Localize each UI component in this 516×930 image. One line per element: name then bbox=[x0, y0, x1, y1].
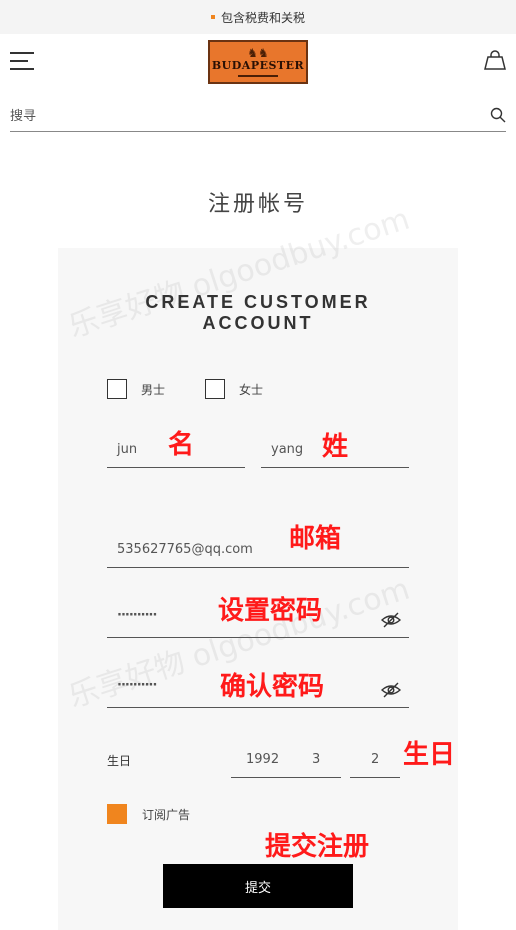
register-form-panel bbox=[58, 248, 458, 930]
promo-bar: 包含税费和关税 bbox=[0, 0, 516, 34]
brand-logo[interactable]: ♞♞ BUDAPESTER bbox=[208, 40, 308, 84]
male-label: 男士 bbox=[141, 383, 166, 397]
search-input[interactable] bbox=[10, 104, 450, 128]
annotation-email: 邮箱 bbox=[289, 524, 342, 554]
female-label: 女士 bbox=[239, 383, 264, 397]
male-checkbox[interactable] bbox=[107, 379, 127, 399]
confirm-password-value: ·········· bbox=[117, 678, 157, 693]
newsletter-label: 订阅广告 bbox=[142, 808, 191, 822]
birthday-label: 生日 bbox=[107, 754, 132, 768]
password-value: ·········· bbox=[117, 608, 157, 623]
shopping-bag-icon[interactable] bbox=[484, 50, 506, 70]
annotation-confirm-password: 确认密码 bbox=[220, 672, 325, 702]
email-value: 535627765@qq.com bbox=[117, 542, 253, 557]
birth-year-month-field[interactable]: 1992 3 bbox=[231, 738, 341, 778]
hide-password-icon[interactable] bbox=[381, 612, 401, 628]
annotation-first-name: 名 bbox=[168, 430, 195, 460]
submit-button[interactable]: 提交 bbox=[163, 864, 353, 908]
birth-month-value: 3 bbox=[312, 752, 321, 767]
bullet-icon bbox=[210, 15, 215, 19]
promo-text: 包含税费和关税 bbox=[220, 10, 305, 25]
form-title: CREATE CUSTOMER ACCOUNT bbox=[58, 292, 458, 334]
form-title-line1: CREATE CUSTOMER bbox=[145, 292, 371, 312]
logo-underline bbox=[238, 75, 278, 77]
last-name-value: yang bbox=[271, 442, 304, 457]
annotation-birthday: 生日 bbox=[403, 740, 456, 770]
logo-text: BUDAPESTER bbox=[211, 59, 305, 72]
birth-day-field[interactable]: 2 bbox=[350, 738, 400, 778]
birth-day-value: 2 bbox=[371, 752, 380, 767]
newsletter-checkbox[interactable] bbox=[107, 804, 127, 824]
page-title: 注册帐号 bbox=[207, 192, 308, 217]
email-field[interactable]: 535627765@qq.com bbox=[107, 528, 409, 568]
form-title-line2: ACCOUNT bbox=[202, 313, 314, 333]
annotation-submit: 提交注册 bbox=[265, 832, 370, 862]
search-bar bbox=[10, 104, 506, 132]
annotation-password: 设置密码 bbox=[218, 596, 323, 626]
annotation-last-name: 姓 bbox=[322, 432, 349, 462]
first-name-value: jun bbox=[117, 442, 138, 457]
hamburger-menu-icon[interactable] bbox=[10, 52, 34, 70]
birth-year-value: 1992 bbox=[246, 752, 280, 767]
logo-crest: ♞♞ bbox=[247, 46, 269, 60]
hide-password-icon[interactable] bbox=[381, 682, 401, 698]
search-icon[interactable] bbox=[490, 107, 506, 123]
female-checkbox[interactable] bbox=[205, 379, 225, 399]
